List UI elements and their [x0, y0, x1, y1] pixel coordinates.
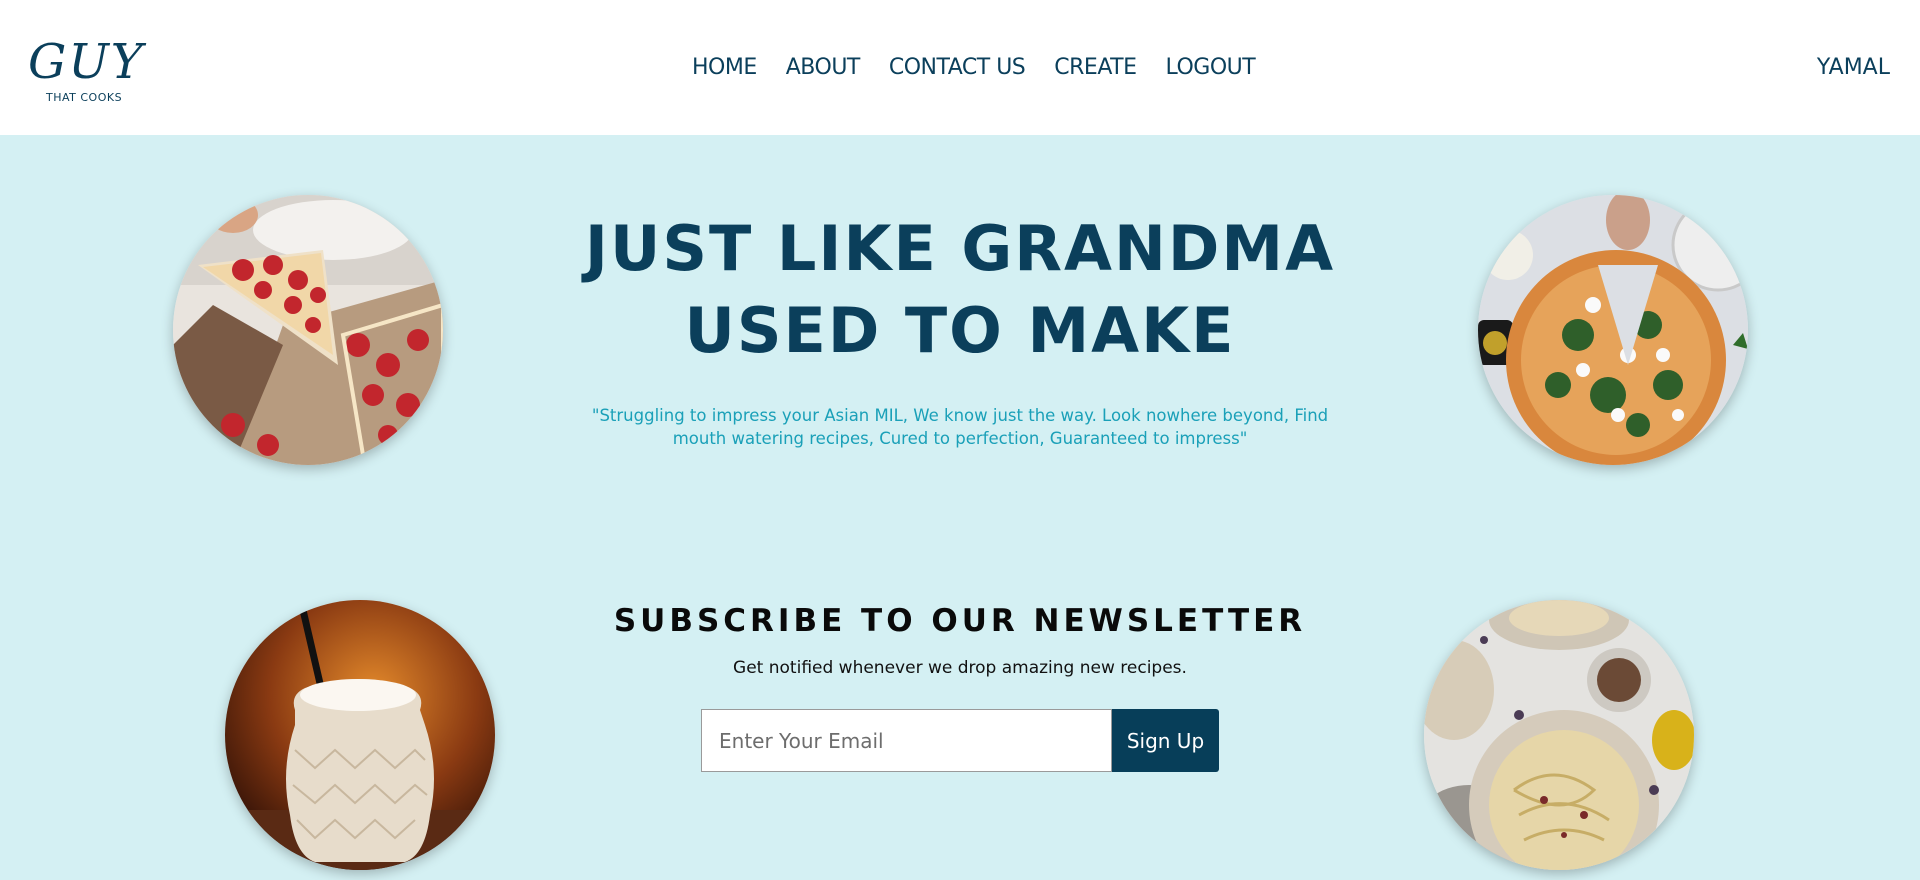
newsletter-title: SUBSCRIBE TO OUR NEWSLETTER: [613, 603, 1307, 639]
user-name[interactable]: YAMAL: [1817, 50, 1890, 86]
nav-create[interactable]: CREATE: [1054, 50, 1137, 86]
nav-home[interactable]: HOME: [692, 50, 757, 86]
email-input[interactable]: [701, 709, 1112, 772]
nav-logout[interactable]: LOGOUT: [1166, 50, 1256, 86]
newsletter-subtitle: Get notified whenever we drop amazing ne…: [733, 658, 1187, 678]
pepperoni-pizza-image: [173, 195, 443, 465]
sign-up-button[interactable]: Sign Up: [1112, 709, 1219, 772]
logo-script-text: GUY: [28, 34, 145, 90]
milkshake-illustration: [225, 600, 495, 870]
pepperoni-pizza-illustration: [173, 195, 443, 465]
nav-about[interactable]: ABOUT: [786, 50, 861, 86]
site-header: GUY THAT COOKS HOME ABOUT CONTACT US CRE…: [0, 0, 1920, 135]
site-logo[interactable]: GUY THAT COOKS: [28, 34, 148, 106]
spinach-pizza-illustration: [1478, 195, 1748, 465]
nav-contact-us[interactable]: CONTACT US: [889, 50, 1026, 86]
hero-title: JUST LIKE GRANDMA USED TO MAKE: [560, 208, 1360, 372]
milkshake-image: [225, 600, 495, 870]
hero-title-line1: JUST LIKE GRANDMA: [584, 212, 1336, 285]
main-nav: HOME ABOUT CONTACT US CREATE LOGOUT: [692, 50, 1256, 86]
hero-title-line2: USED TO MAKE: [684, 294, 1236, 367]
pasta-table-image: [1424, 600, 1694, 870]
hero-quote: "Struggling to impress your Asian MIL, W…: [591, 406, 1329, 448]
spinach-pizza-image: [1478, 195, 1748, 465]
pasta-table-illustration: [1424, 600, 1694, 870]
logo-subtitle: THAT COOKS: [46, 91, 123, 104]
